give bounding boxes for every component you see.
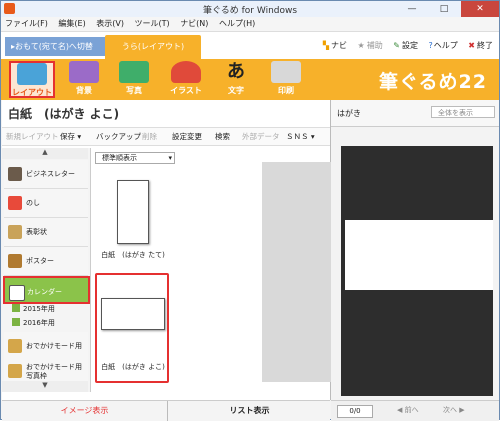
navi-icon: ▚ <box>322 41 329 50</box>
settings-change-button[interactable]: 設定変更 <box>172 131 202 142</box>
menu-tools[interactable]: ツール(T) <box>131 17 174 31</box>
quit-link[interactable]: ✖ 終了 <box>468 41 493 50</box>
selected-thumbnail-highlight <box>95 273 169 383</box>
external-data-button[interactable]: 外部データ <box>242 131 280 142</box>
scroll-down-button[interactable]: ▼ <box>2 381 88 392</box>
sort-select[interactable]: 標準順表示 ▾ <box>95 152 175 164</box>
ribbon-layout-button[interactable]: レイアウト <box>9 61 55 98</box>
briefcase-icon <box>8 167 22 181</box>
noshi-icon <box>8 196 22 210</box>
menu-navi[interactable]: ナビ(N) <box>176 17 212 31</box>
page-navigation: 0/0 ◀ 前へ 次へ ▶ <box>331 400 499 421</box>
tab-omote[interactable]: ▸おもて(宛て名)へ切替 <box>5 37 105 56</box>
star-icon: ★ <box>357 41 365 50</box>
new-layout-button[interactable]: 新規レイアウト <box>6 131 59 142</box>
menu-edit[interactable]: 編集(E) <box>54 17 89 31</box>
hojo-link[interactable]: ★ 補助 <box>358 41 383 50</box>
subcategory-2016[interactable]: 2016年用 <box>12 318 55 330</box>
layout-icon <box>17 63 47 85</box>
close-button[interactable]: ✕ <box>461 1 499 17</box>
window-title: 筆ぐるめ for Windows <box>202 6 298 16</box>
category-business-letter[interactable]: ビジネスレター <box>4 160 88 189</box>
odekake-icon <box>8 339 22 353</box>
question-icon: ? <box>428 41 433 50</box>
chevron-down-icon: ▾ <box>168 154 172 162</box>
menu-bar: ファイル(F) 編集(E) 表示(V) ツール(T) ナビ(N) ヘルプ(H) <box>1 17 499 32</box>
folder-icon <box>12 304 20 312</box>
layout-toolbar: 新規レイアウト 保存 ▾ バックアップ 削除 設定変更 検索 外部データ ＳＮＳ… <box>2 127 330 146</box>
menu-view[interactable]: 表示(V) <box>92 17 128 31</box>
category-poster[interactable]: ポスター <box>4 247 88 276</box>
backup-button[interactable]: バックアップ <box>96 131 141 142</box>
image-view-button[interactable]: イメージ表示 <box>2 401 167 421</box>
ribbon-insatsu-button[interactable]: 印刷 <box>263 61 309 98</box>
wrench-icon: ✎ <box>393 41 400 50</box>
preview-paper <box>345 220 493 290</box>
preview-title: はがき <box>337 109 361 118</box>
settei-link[interactable]: ✎ 設定 <box>393 41 418 50</box>
navi-link[interactable]: ▚ ナビ <box>323 41 347 50</box>
menu-file[interactable]: ファイル(F) <box>1 17 52 31</box>
category-calendar[interactable]: カレンダー <box>3 276 90 304</box>
ribbon-illust-button[interactable]: イラスト <box>163 61 209 98</box>
photo-icon <box>119 61 149 83</box>
page-title: 白紙 (はがき よこ) <box>8 107 120 121</box>
watermelon-icon <box>171 61 201 83</box>
tab-ura[interactable]: うら(レイアウト) <box>105 35 201 59</box>
save-button[interactable]: 保存 ▾ <box>60 131 81 142</box>
scroll-up-button[interactable]: ▲ <box>2 148 88 159</box>
help-link[interactable]: ?ヘルプ <box>429 41 458 50</box>
maximize-button[interactable]: □ <box>433 1 455 17</box>
odekake-photo-icon <box>8 364 22 378</box>
printer-icon <box>271 61 301 83</box>
thumbnail-hagaki-tate[interactable]: 白紙 (はがき たて) <box>101 180 165 260</box>
sns-button[interactable]: ＳＮＳ ▾ <box>286 131 315 142</box>
search-button[interactable]: 検索 <box>215 131 230 142</box>
title-bar: 筆ぐるめ for Windows — □ ✕ <box>1 1 499 18</box>
folder-icon <box>12 318 20 326</box>
prev-page-button[interactable]: ◀ 前へ <box>397 405 419 416</box>
helper-links: ▚ ナビ ★ 補助 ✎ 設定 ?ヘルプ ✖ 終了 <box>315 40 493 51</box>
ribbon-moji-button[interactable]: あ 文字 <box>213 61 259 98</box>
category-certificate[interactable]: 表彰状 <box>4 218 88 247</box>
brush-text-icon: あ <box>227 61 245 82</box>
paper-preview <box>117 180 149 244</box>
mode-tab-bar: ▸おもて(宛て名)へ切替 うら(レイアウト) ▚ ナビ ★ 補助 ✎ 設定 ?ヘルプ … <box>1 32 499 59</box>
poster-icon <box>8 254 22 268</box>
certificate-icon <box>8 225 22 239</box>
minimize-button[interactable]: — <box>401 1 423 17</box>
x-icon: ✖ <box>468 41 475 50</box>
preview-panel: はがき 全体を表示 0/0 ◀ 前へ 次へ ▶ <box>331 100 499 421</box>
calendar-icon <box>9 285 25 301</box>
ribbon-toolbar: レイアウト 背景 写真 イラスト あ 文字 印刷 筆ぐるめ22 <box>1 59 499 100</box>
ribbon-haikei-button[interactable]: 背景 <box>61 61 107 98</box>
category-noshi[interactable]: のし <box>4 189 88 218</box>
next-page-button[interactable]: 次へ ▶ <box>443 405 465 416</box>
view-switch-bar: イメージ表示 リスト表示 <box>2 400 330 421</box>
list-view-button[interactable]: リスト表示 <box>167 401 331 421</box>
page-number-field[interactable]: 0/0 <box>337 405 373 418</box>
ribbon-shashin-button[interactable]: 写真 <box>111 61 157 98</box>
subcategory-2015[interactable]: 2015年用 <box>12 304 55 316</box>
preview-header: はがき 全体を表示 <box>331 100 499 127</box>
brand-logo: 筆ぐるめ22 <box>378 71 487 93</box>
zoom-select[interactable]: 全体を表示 <box>431 106 495 118</box>
category-list: ▲ ビジネスレター のし 表彰状 ポスター カレンダー 2015年用 2016年… <box>2 148 91 392</box>
category-odekake-photo[interactable]: おでかけモード用写真枠 <box>4 360 88 383</box>
category-odekake[interactable]: おでかけモード用 <box>4 332 88 361</box>
background-icon <box>69 61 99 83</box>
delete-button[interactable]: 削除 <box>142 131 157 142</box>
menu-help[interactable]: ヘルプ(H) <box>215 17 259 31</box>
app-window: 筆ぐるめ for Windows — □ ✕ ファイル(F) 編集(E) 表示(… <box>0 0 500 421</box>
